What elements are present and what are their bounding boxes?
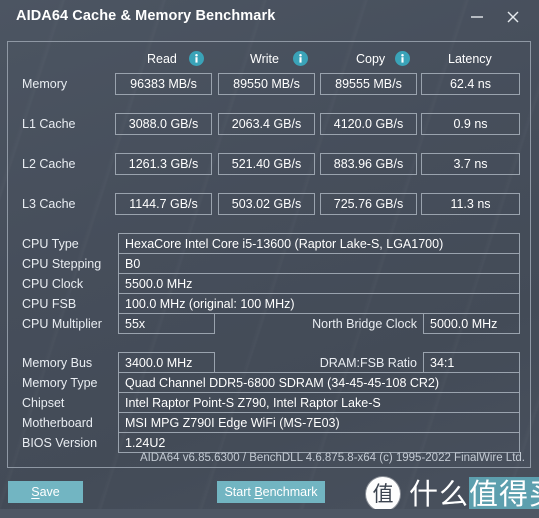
motherboard-value: MSI MPG Z790I Edge WiFi (MS-7E03): [118, 412, 520, 433]
start-benchmark-button[interactable]: Start Benchmark: [217, 481, 325, 503]
watermark: 值 什么值得买: [366, 474, 539, 514]
l1-read-value: 3088.0 GB/s: [115, 113, 212, 135]
l2-latency-value: 3.7 ns: [421, 153, 520, 175]
chipset-value: Intel Raptor Point-S Z790, Intel Raptor …: [118, 392, 520, 413]
memory-bus-value: 3400.0 MHz: [118, 352, 215, 373]
l1-latency-value: 0.9 ns: [421, 113, 520, 135]
cpu-multiplier-label: CPU Multiplier: [22, 317, 102, 331]
memory-type-label: Memory Type: [22, 376, 98, 390]
l2-read-value: 1261.3 GB/s: [115, 153, 212, 175]
cpu-stepping-label: CPU Stepping: [22, 257, 102, 271]
start-benchmark-accel: B: [254, 485, 263, 499]
l3-latency-value: 11.3 ns: [421, 193, 520, 215]
cpu-clock-value: 5500.0 MHz: [118, 273, 520, 294]
read-info-icon[interactable]: [189, 51, 204, 66]
memory-latency-value: 62.4 ns: [421, 73, 520, 95]
window-title: AIDA64 Cache & Memory Benchmark: [16, 8, 276, 24]
north-bridge-clock-label: North Bridge Clock: [312, 317, 417, 331]
cpu-clock-label: CPU Clock: [22, 277, 84, 291]
write-info-icon[interactable]: [293, 51, 308, 66]
save-accel: S: [31, 485, 40, 499]
cpu-type-value: HexaCore Intel Core i5-13600 (Raptor Lak…: [118, 233, 520, 254]
minimize-icon: [471, 16, 483, 18]
column-header-write: Write: [250, 52, 279, 66]
memory-type-value: Quad Channel DDR5-6800 SDRAM (34-45-45-1…: [118, 372, 520, 393]
cpu-fsb-label: CPU FSB: [22, 297, 77, 311]
l1-copy-value: 4120.0 GB/s: [320, 113, 417, 135]
start-benchmark-label-pre: Start: [224, 485, 255, 499]
cpu-stepping-value: B0: [118, 253, 520, 274]
l2-copy-value: 883.96 GB/s: [320, 153, 417, 175]
cpu-multiplier-value: 55x: [118, 313, 215, 334]
bottom-strip: [0, 509, 539, 518]
save-label: ave: [39, 485, 60, 499]
l3-copy-value: 725.76 GB/s: [320, 193, 417, 215]
memory-bus-label: Memory Bus: [22, 356, 93, 370]
l1-write-value: 2063.4 GB/s: [218, 113, 315, 135]
cpu-type-label: CPU Type: [22, 237, 79, 251]
watermark-text-plain: 什么: [409, 477, 470, 511]
start-benchmark-label-post: enchmark: [262, 485, 318, 499]
bios-version-value: 1.24U2: [118, 432, 520, 453]
north-bridge-clock-value: 5000.0 MHz: [423, 313, 520, 334]
l3-read-value: 1144.7 GB/s: [115, 193, 212, 215]
row-label-memory: Memory: [22, 77, 68, 91]
l2-write-value: 521.40 GB/s: [218, 153, 315, 175]
memory-read-value: 96383 MB/s: [115, 73, 212, 95]
version-note: AIDA64 v6.85.6300 / BenchDLL 4.6.875.8-x…: [139, 452, 525, 464]
watermark-text: 什么值得买: [409, 477, 539, 511]
save-button[interactable]: Save: [8, 481, 83, 503]
watermark-text-highlight: 值得买: [469, 477, 539, 511]
l3-write-value: 503.02 GB/s: [218, 193, 315, 215]
row-label-l3-cache: L3 Cache: [22, 197, 76, 211]
copy-info-icon[interactable]: [395, 51, 410, 66]
close-button[interactable]: [499, 4, 527, 30]
chipset-label: Chipset: [22, 396, 65, 410]
row-label-l1-cache: L1 Cache: [22, 117, 76, 131]
title-bar: AIDA64 Cache & Memory Benchmark: [0, 0, 539, 36]
column-header-copy: Copy: [356, 52, 386, 66]
dram-fsb-ratio-value: 34:1: [423, 352, 520, 373]
aida64-benchmark-window: AIDA64 Cache & Memory Benchmark Read Wri…: [0, 0, 539, 518]
row-label-l2-cache: L2 Cache: [22, 157, 76, 171]
close-icon: [507, 11, 519, 23]
column-header-read: Read: [147, 52, 177, 66]
memory-copy-value: 89555 MB/s: [320, 73, 417, 95]
cpu-fsb-value: 100.0 MHz (original: 100 MHz): [118, 293, 520, 314]
motherboard-label: Motherboard: [22, 416, 93, 430]
bios-version-label: BIOS Version: [22, 436, 98, 450]
minimize-button[interactable]: [463, 4, 491, 30]
watermark-badge-icon: 值: [366, 477, 400, 511]
dram-fsb-ratio-label: DRAM:FSB Ratio: [319, 356, 417, 370]
column-header-latency: Latency: [448, 52, 492, 66]
memory-write-value: 89550 MB/s: [218, 73, 315, 95]
